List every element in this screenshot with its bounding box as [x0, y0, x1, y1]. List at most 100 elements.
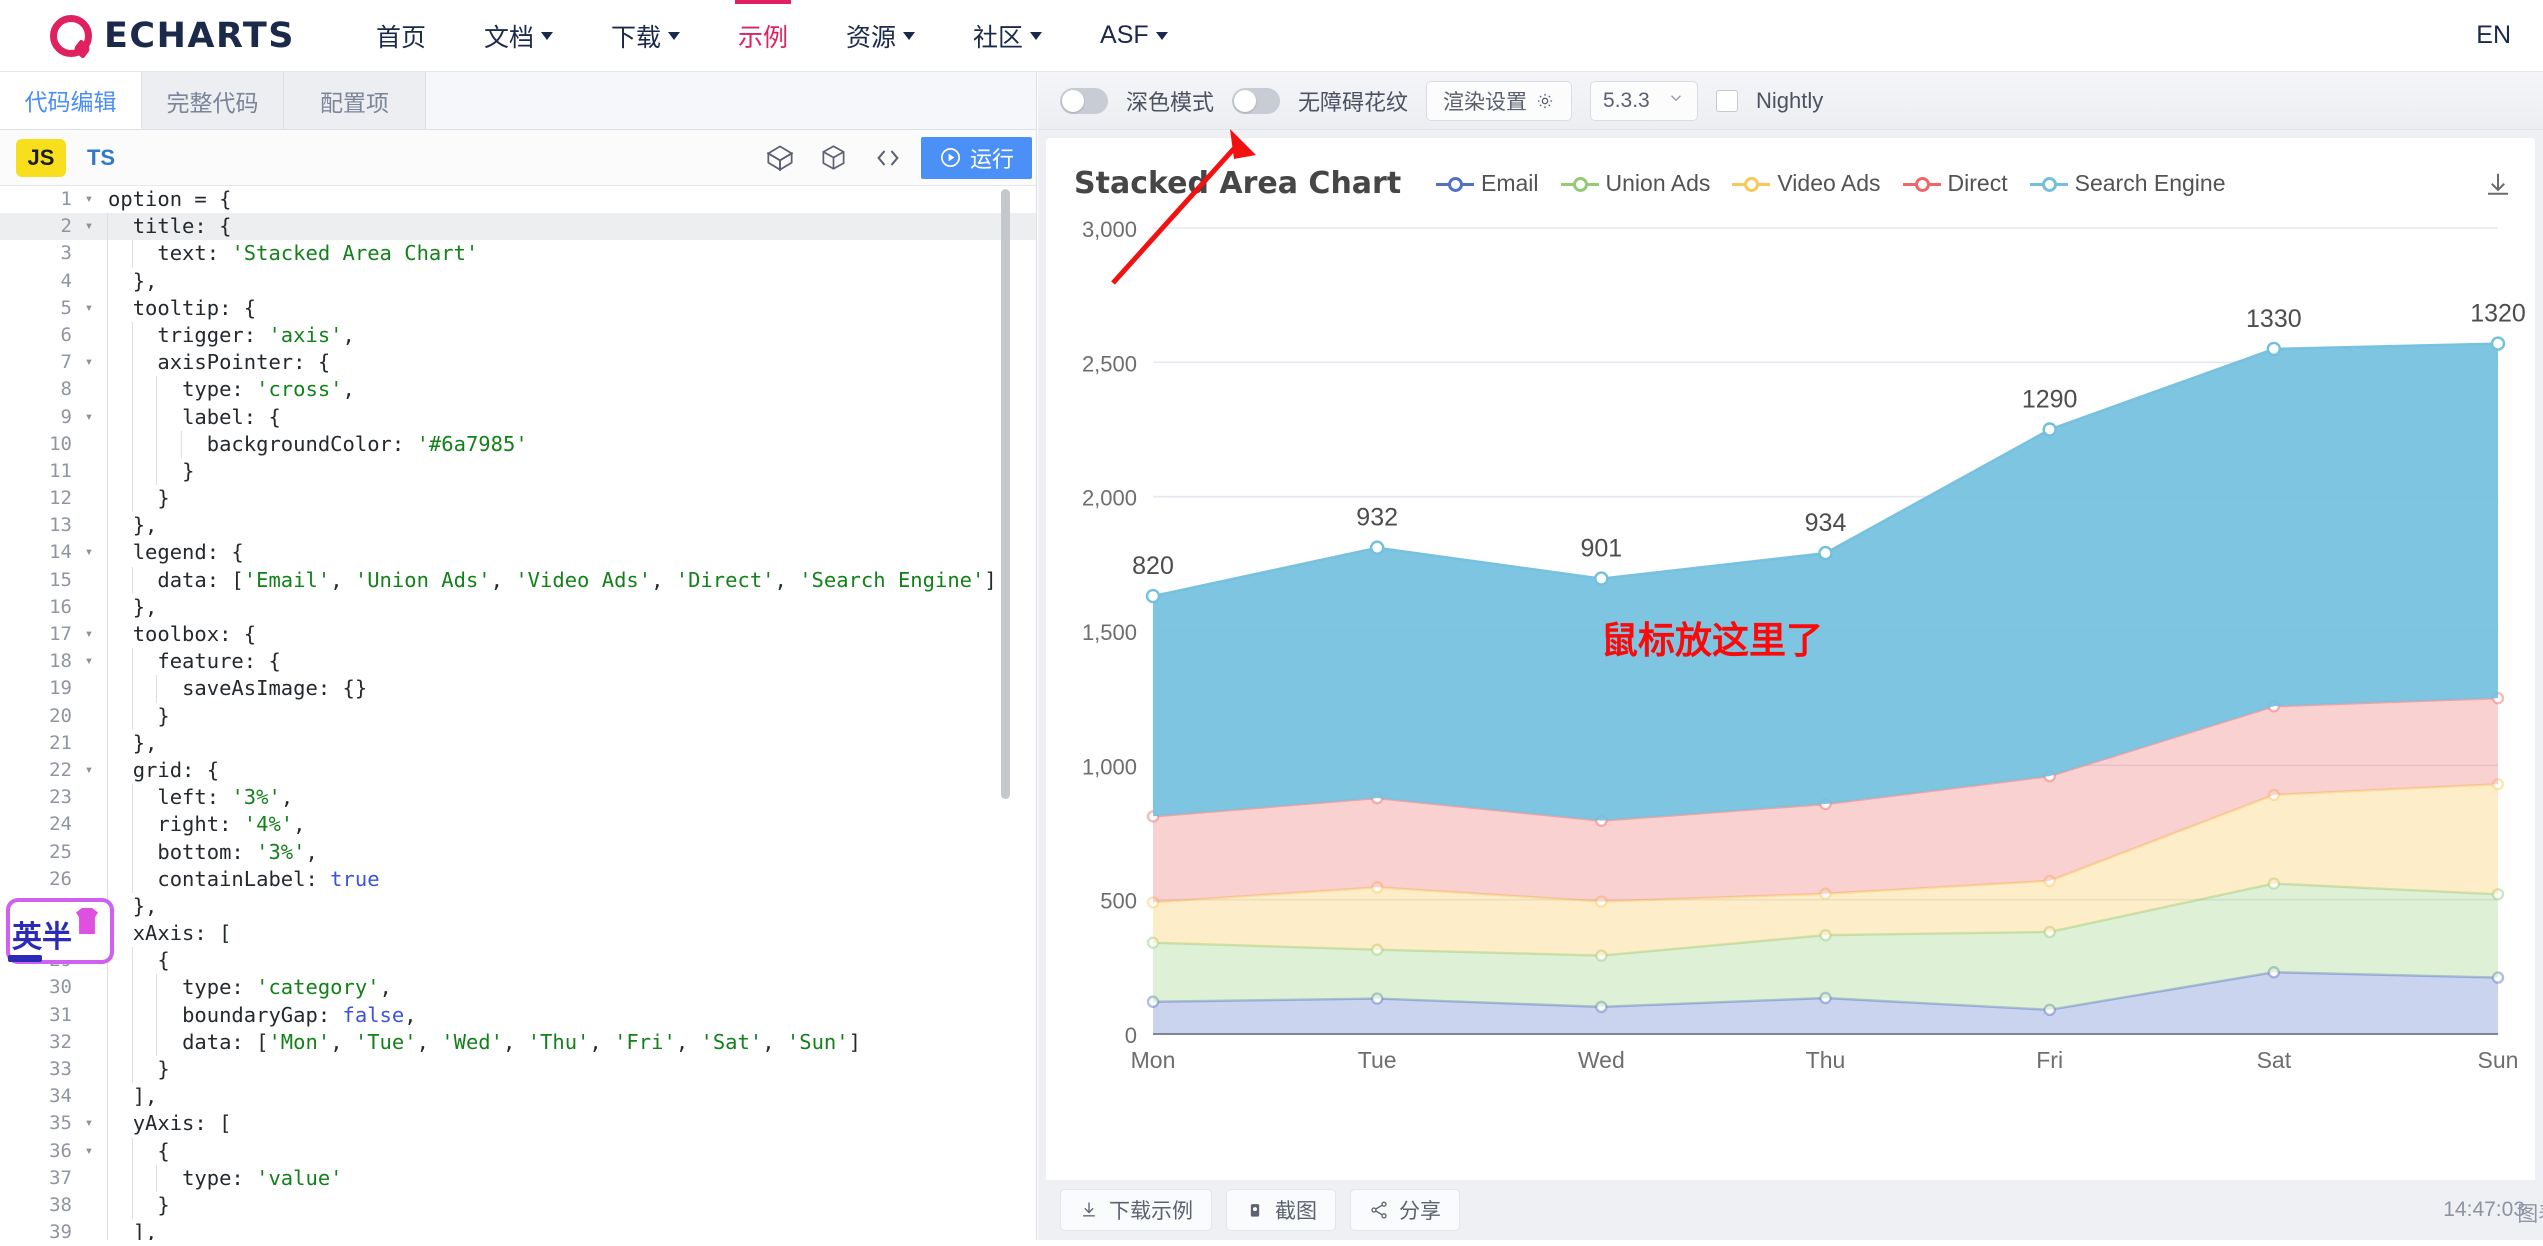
render-settings-button[interactable]: 渲染设置	[1426, 80, 1573, 121]
echarts-logo[interactable]: ECHARTS	[50, 14, 295, 59]
data-point[interactable]	[1594, 571, 1609, 586]
code-fold-toggle[interactable]: ▾	[78, 621, 100, 648]
language-toggle[interactable]: EN	[2476, 21, 2511, 50]
code-line-number: 10	[49, 432, 72, 455]
code-line[interactable]: 1 ▾ option = {	[0, 186, 1036, 213]
code-line[interactable]: 37 type: 'value'	[0, 1164, 1036, 1192]
code-line[interactable]: 11 }	[0, 457, 1036, 486]
cube-icon[interactable]	[807, 130, 861, 186]
code-fold-toggle[interactable]: ▾	[78, 757, 100, 784]
nav-item-label: 文档	[483, 23, 534, 52]
code-line[interactable]: 30 type: 'category',	[0, 974, 1036, 1002]
code-line[interactable]: 5 ▾ tooltip: {	[0, 294, 1036, 322]
code-line-text: bottom: '3%',	[100, 838, 318, 866]
code-line[interactable]: 12 }	[0, 485, 1036, 513]
code-line[interactable]: 28 ▾ xAxis: [	[0, 920, 1036, 948]
data-point[interactable]	[1818, 545, 1833, 561]
language-js-button[interactable]: JS	[16, 138, 66, 177]
code-line[interactable]: 15 data: ['Email', 'Union Ads', 'Video A…	[0, 566, 1036, 594]
tab-options[interactable]: 配置项	[284, 72, 426, 129]
annotation-text: 鼠标放这里了	[1601, 619, 1823, 662]
code-brackets-icon[interactable]	[861, 130, 915, 186]
code-line[interactable]: 33 }	[0, 1056, 1036, 1084]
code-line[interactable]: 36 ▾ {	[0, 1137, 1036, 1165]
nav-item-examples[interactable]: 示例	[709, 0, 817, 71]
data-point[interactable]	[2266, 341, 2282, 357]
status-overlay-text: 图表生成 18.10ms	[2517, 1203, 2543, 1226]
code-fold-toggle[interactable]: ▾	[78, 213, 100, 240]
code-line[interactable]: 9 ▾ label: {	[0, 403, 1036, 431]
code-scrollbar-track[interactable]	[1001, 186, 1023, 1240]
code-line-number: 29	[49, 949, 72, 972]
code-line[interactable]: 3 text: 'Stacked Area Chart'	[0, 240, 1036, 268]
code-line[interactable]: 17 ▾ toolbox: {	[0, 621, 1036, 649]
code-line-number: 18	[49, 650, 72, 673]
code-line[interactable]: 13 },	[0, 512, 1036, 540]
code-line[interactable]: 39 ],	[0, 1219, 1036, 1240]
data-point[interactable]	[1145, 588, 1161, 604]
code-fold-toggle[interactable]: ▾	[78, 648, 100, 675]
code-line[interactable]: 38 }	[0, 1191, 1036, 1220]
shape-cube-icon[interactable]	[753, 130, 807, 186]
nav-item-resources[interactable]: 资源	[817, 0, 944, 71]
code-fold-toggle[interactable]: ▾	[78, 349, 100, 376]
nav-item-asf[interactable]: ASF	[1071, 0, 1197, 71]
code-line[interactable]: 16 },	[0, 593, 1036, 622]
code-line[interactable]: 7 ▾ axisPointer: {	[0, 349, 1036, 377]
code-line[interactable]: 25 bottom: '3%',	[0, 838, 1036, 866]
code-line[interactable]: 32 data: ['Mon', 'Tue', 'Wed', 'Thu', 'F…	[0, 1028, 1036, 1057]
echarts-logo-icon	[50, 14, 92, 59]
code-fold-toggle[interactable]: ▾	[78, 186, 100, 213]
download-example-button[interactable]: 下载示例	[1060, 1189, 1212, 1231]
nav-item-home[interactable]: 首页	[347, 0, 455, 71]
stacked-area-chart[interactable]: 0 500 1,000 1,500 2,000 2,500 3,000 820 932 901 93…	[1046, 129, 2535, 1246]
code-line[interactable]: 20 }	[0, 702, 1036, 730]
share-button[interactable]: 分享	[1350, 1189, 1460, 1231]
code-line[interactable]: 21 },	[0, 729, 1036, 757]
code-line[interactable]: 23 left: '3%',	[0, 784, 1036, 812]
nav-item-download[interactable]: 下载	[582, 0, 709, 71]
code-line[interactable]: 8 type: 'cross',	[0, 376, 1036, 404]
code-line-text: data: ['Email', 'Union Ads', 'Video Ads'…	[100, 566, 997, 594]
code-line-number: 34	[49, 1085, 72, 1108]
nav-items: 首页 文档 下载 示例 资源 社区 ASF	[347, 0, 1197, 71]
nav-item-docs[interactable]: 文档	[455, 0, 582, 71]
dark-mode-toggle[interactable]	[1060, 87, 1108, 114]
tab-code-edit[interactable]: 代码编辑	[0, 72, 142, 129]
nightly-checkbox[interactable]	[1716, 89, 1739, 112]
code-fold-toggle[interactable]: ▾	[78, 947, 100, 974]
code-line[interactable]: 26 containLabel: true	[0, 865, 1036, 893]
code-line[interactable]: 19 saveAsImage: {}	[0, 675, 1036, 703]
code-text-area[interactable]: 1 ▾ option = {2 ▾ title: {3 text: 'Stacked …	[0, 186, 1036, 1240]
code-fold-toggle[interactable]: ▾	[78, 1138, 100, 1165]
code-line[interactable]: 4 },	[0, 267, 1036, 295]
code-fold-toggle[interactable]: ▾	[78, 1110, 100, 1137]
nav-item-community[interactable]: 社区	[944, 0, 1071, 71]
accessibility-pattern-toggle[interactable]	[1232, 87, 1281, 114]
code-line[interactable]: 22 ▾ grid: {	[0, 756, 1036, 785]
code-fold-toggle[interactable]: ▾	[78, 920, 100, 947]
version-select[interactable]: 5.3.3	[1590, 80, 1699, 121]
code-fold-toggle[interactable]: ▾	[78, 404, 100, 431]
code-line[interactable]: 31 boundaryGap: false,	[0, 1001, 1036, 1029]
code-fold-toggle[interactable]: ▾	[78, 539, 100, 566]
code-line[interactable]: 2 ▾ title: {	[0, 213, 1036, 241]
code-line[interactable]: 27 },	[0, 892, 1036, 921]
code-line[interactable]: 10 backgroundColor: '#6a7985'	[0, 430, 1036, 458]
tab-full-code[interactable]: 完整代码	[142, 72, 284, 129]
code-line[interactable]: 6 trigger: 'axis',	[0, 321, 1036, 350]
data-point[interactable]	[2490, 336, 2506, 351]
code-fold-toggle[interactable]: ▾	[78, 295, 100, 322]
screenshot-button[interactable]: 截图	[1226, 1189, 1336, 1231]
code-line[interactable]: 14 ▾ legend: {	[0, 539, 1036, 567]
data-point[interactable]	[1369, 540, 1385, 555]
code-line[interactable]: 18 ▾ feature: {	[0, 648, 1036, 676]
data-point[interactable]	[2042, 422, 2057, 437]
language-ts-button[interactable]: TS	[76, 139, 126, 177]
code-line[interactable]: 24 right: '4%',	[0, 811, 1036, 839]
run-button[interactable]: 运行	[920, 136, 1032, 179]
code-line[interactable]: 29 ▾ {	[0, 947, 1036, 975]
code-line[interactable]: 34 ],	[0, 1083, 1036, 1111]
code-scrollbar-thumb[interactable]	[1001, 189, 1010, 799]
code-line[interactable]: 35 ▾ yAxis: [	[0, 1110, 1036, 1138]
